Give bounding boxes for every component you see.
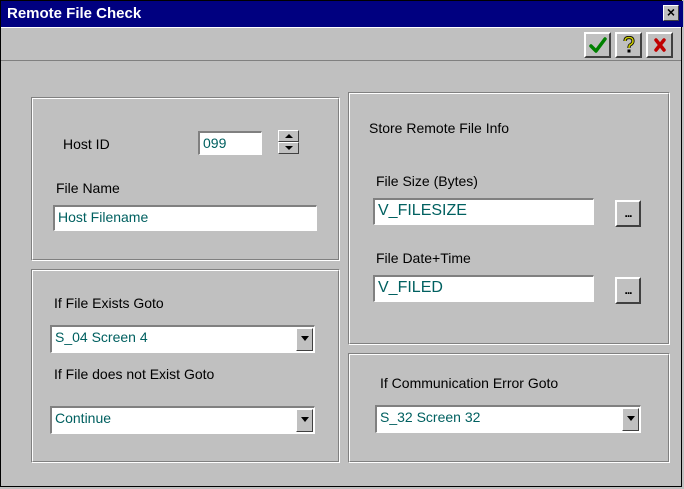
- close-button[interactable]: ×: [663, 5, 679, 21]
- file-name-field[interactable]: Host Filename: [53, 205, 317, 231]
- host-panel: Host ID 099 File Name Host Filename: [31, 97, 340, 261]
- remote-file-check-window: Remote File Check × Host ID 099 File Nam…: [0, 0, 683, 487]
- file-name-label: File Name: [56, 180, 120, 196]
- file-exists-panel: If File Exists Goto S_04 Screen 4 If Fil…: [31, 269, 340, 463]
- exists-goto-dropdown-button[interactable]: [296, 328, 313, 351]
- not-exists-goto-select[interactable]: Continue: [50, 406, 315, 434]
- store-file-info-panel: Store Remote File Info File Size (Bytes)…: [348, 92, 670, 345]
- comm-error-label: If Communication Error Goto: [380, 375, 559, 391]
- not-exists-goto-value: Continue: [55, 410, 112, 426]
- not-exists-goto-label: If File does not Exist Goto: [54, 366, 215, 382]
- exists-goto-value: S_04 Screen 4: [55, 329, 148, 345]
- arrow-down-icon: [285, 146, 293, 150]
- arrow-up-icon: [285, 134, 293, 138]
- chevron-down-icon: [627, 416, 635, 421]
- chevron-down-icon: [301, 336, 309, 341]
- host-id-spinner: [278, 130, 299, 155]
- store-file-info-title: Store Remote File Info: [369, 120, 510, 136]
- host-id-label: Host ID: [63, 136, 110, 152]
- file-size-field[interactable]: V_FILESIZE: [373, 198, 594, 225]
- not-exists-goto-dropdown-button[interactable]: [296, 409, 313, 432]
- spin-up-button[interactable]: [278, 130, 299, 142]
- question-icon: [622, 36, 635, 53]
- host-id-field[interactable]: 099: [198, 131, 262, 155]
- x-icon: [653, 38, 666, 52]
- file-size-label: File Size (Bytes): [376, 173, 478, 189]
- comm-error-dropdown-button[interactable]: [622, 408, 639, 431]
- comm-error-goto-value: S_32 Screen 32: [380, 409, 481, 425]
- ok-button[interactable]: [584, 32, 611, 58]
- exists-goto-label: If File Exists Goto: [54, 295, 164, 311]
- comm-error-panel: If Communication Error Goto S_32 Screen …: [348, 353, 670, 463]
- comm-error-goto-select[interactable]: S_32 Screen 32: [375, 405, 641, 433]
- toolbar: [1, 27, 681, 61]
- cancel-button[interactable]: [646, 32, 673, 58]
- close-icon: ×: [666, 4, 676, 20]
- chevron-down-icon: [301, 417, 309, 422]
- spin-down-button[interactable]: [278, 142, 299, 154]
- checkmark-icon: [588, 37, 607, 53]
- exists-goto-select[interactable]: S_04 Screen 4: [50, 325, 315, 353]
- window-title: Remote File Check: [7, 5, 142, 22]
- title-bar: Remote File Check ×: [1, 1, 683, 27]
- file-date-field[interactable]: V_FILED: [373, 275, 594, 302]
- file-size-browse-button[interactable]: ...: [615, 200, 641, 227]
- file-date-label: File Date+Time: [376, 250, 471, 266]
- file-date-browse-button[interactable]: ...: [615, 277, 641, 304]
- help-button[interactable]: [615, 32, 642, 58]
